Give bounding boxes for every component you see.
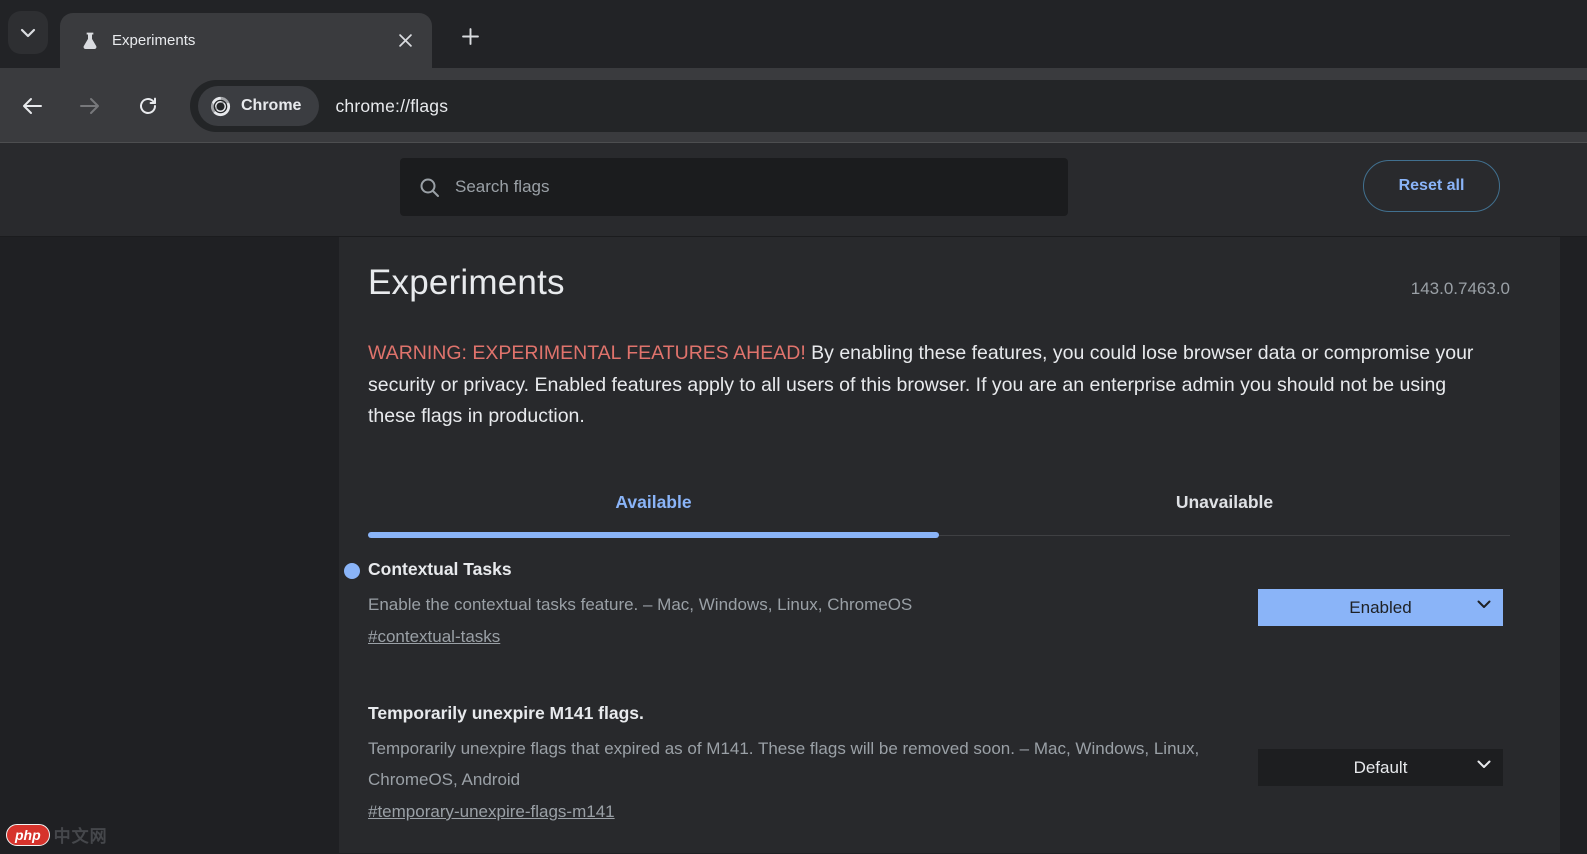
flag-row-temporary-unexpire-m141: Temporarily unexpire M141 flags. Tempora… bbox=[368, 703, 1503, 822]
tab-strip: Experiments bbox=[0, 0, 1587, 68]
chevron-down-icon bbox=[1477, 600, 1491, 609]
chevron-down-icon bbox=[20, 28, 36, 38]
browser-toolbar: Chrome chrome://flags bbox=[0, 68, 1587, 143]
browser-tab-experiments[interactable]: Experiments bbox=[60, 13, 432, 68]
browser-window: { "window": { "tab_title": "Experiments"… bbox=[0, 0, 1587, 854]
reload-button[interactable] bbox=[128, 86, 168, 126]
forward-button[interactable] bbox=[70, 86, 110, 126]
experimental-warning: WARNING: EXPERIMENTAL FEATURES AHEAD! By… bbox=[368, 338, 1496, 433]
search-icon bbox=[419, 177, 440, 198]
flag-select-value: Default bbox=[1354, 758, 1408, 778]
tab-close-button[interactable] bbox=[392, 28, 418, 54]
flag-value-select[interactable]: Default bbox=[1258, 749, 1503, 786]
flag-description: Enable the contextual tasks feature. – M… bbox=[368, 589, 1240, 620]
tab-available[interactable]: Available bbox=[368, 470, 939, 535]
flags-page: Experiments 143.0.7463.0 WARNING: EXPERI… bbox=[0, 237, 1587, 853]
back-button[interactable] bbox=[12, 86, 52, 126]
search-flags-box[interactable] bbox=[400, 158, 1068, 216]
flag-select-value: Enabled bbox=[1349, 598, 1411, 618]
chrome-site-chip[interactable]: Chrome bbox=[198, 86, 319, 126]
forward-arrow-icon bbox=[79, 97, 101, 115]
watermark-text: 中文网 bbox=[54, 822, 108, 847]
chrome-chip-label: Chrome bbox=[241, 97, 301, 115]
php-logo: php bbox=[6, 824, 50, 846]
flags-tabs: Available Unavailable bbox=[368, 470, 1510, 536]
url-text[interactable]: chrome://flags bbox=[335, 96, 448, 117]
address-bar[interactable]: Chrome chrome://flags bbox=[190, 80, 1587, 132]
page-title: Experiments bbox=[368, 263, 565, 303]
flag-permalink[interactable]: #temporary-unexpire-flags-m141 bbox=[368, 802, 615, 822]
chrome-logo-icon bbox=[209, 95, 232, 118]
plus-icon bbox=[462, 28, 479, 45]
tab-title: Experiments bbox=[112, 32, 392, 49]
back-arrow-icon bbox=[21, 97, 43, 115]
flag-description: Temporarily unexpire flags that expired … bbox=[368, 733, 1240, 795]
new-tab-button[interactable] bbox=[450, 16, 490, 56]
warning-highlight: WARNING: EXPERIMENTAL FEATURES AHEAD! bbox=[368, 342, 806, 364]
flag-name: Temporarily unexpire M141 flags. bbox=[368, 703, 1503, 724]
flags-content-card: Experiments 143.0.7463.0 WARNING: EXPERI… bbox=[339, 237, 1560, 853]
modified-flag-dot-icon bbox=[344, 563, 360, 579]
page-header: Experiments 143.0.7463.0 bbox=[368, 263, 1510, 303]
tab-unavailable[interactable]: Unavailable bbox=[939, 470, 1510, 535]
flag-name: Contextual Tasks bbox=[368, 559, 1503, 580]
php-cn-watermark: php 中文网 bbox=[6, 822, 108, 847]
flag-permalink[interactable]: #contextual-tasks bbox=[368, 627, 500, 647]
flag-row-contextual-tasks: Contextual Tasks Enable the contextual t… bbox=[368, 559, 1503, 647]
tab-search-chevron-button[interactable] bbox=[8, 11, 48, 54]
reload-icon bbox=[138, 96, 158, 116]
reset-all-button[interactable]: Reset all bbox=[1363, 160, 1500, 212]
browser-version: 143.0.7463.0 bbox=[1411, 279, 1510, 303]
flags-search-band: Reset all bbox=[0, 143, 1587, 237]
flask-icon bbox=[80, 31, 100, 51]
chevron-down-icon bbox=[1477, 760, 1491, 769]
search-flags-input[interactable] bbox=[455, 177, 1049, 197]
flag-value-select[interactable]: Enabled bbox=[1258, 589, 1503, 626]
